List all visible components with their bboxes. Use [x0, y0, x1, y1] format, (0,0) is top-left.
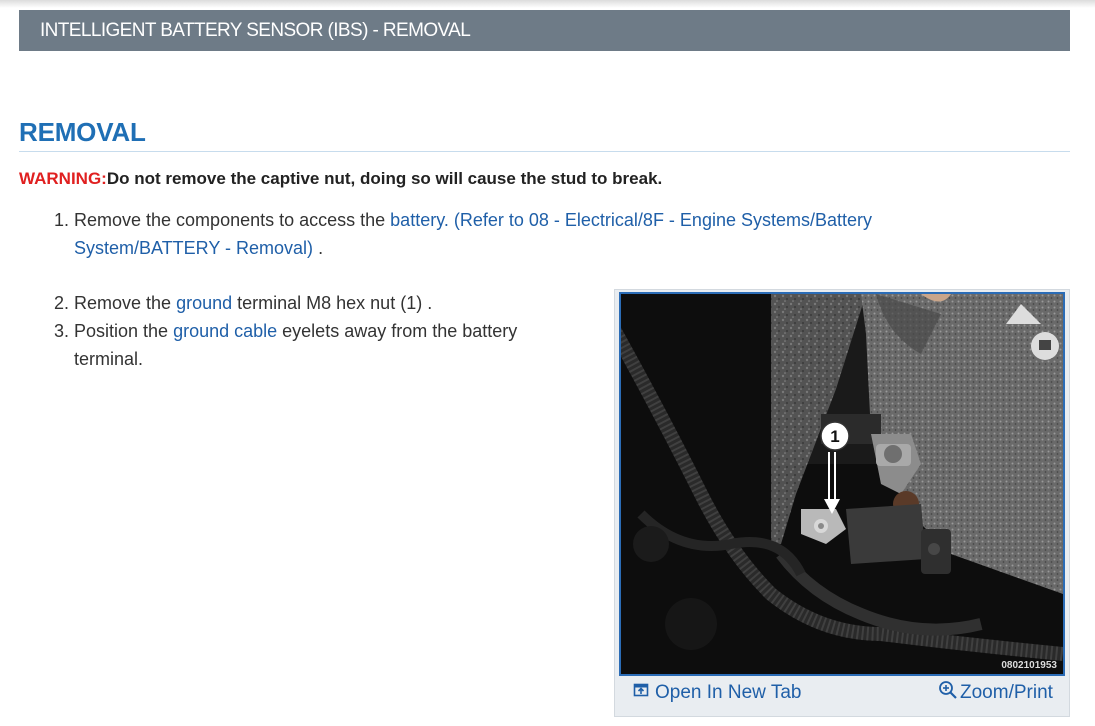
ground-cable-link[interactable]: ground cable	[173, 321, 277, 341]
open-in-new-tab-button[interactable]: Open In New Tab	[633, 682, 801, 704]
step-1: 1. Remove the components to access the b…	[54, 206, 954, 262]
zoom-print-label: Zoom/Print	[960, 682, 1053, 703]
zoom-print-button[interactable]: Zoom/Print	[938, 680, 1053, 706]
battery-removal-link[interactable]: System/BATTERY - Removal)	[74, 238, 313, 258]
open-new-tab-icon	[633, 682, 649, 704]
step-text: terminal M8 hex nut (1) .	[232, 293, 433, 313]
battery-link[interactable]: battery. (Refer to 08 - Electrical/8F - …	[390, 210, 872, 230]
zoom-in-icon	[938, 680, 958, 706]
step-text: terminal.	[74, 349, 144, 369]
step-text: .	[313, 238, 324, 258]
open-in-new-tab-label: Open In New Tab	[655, 682, 802, 704]
warning-text: Do not remove the captive nut, doing so …	[106, 169, 663, 188]
step-number: 1.	[54, 210, 70, 230]
figure-code: 0802101953	[1001, 660, 1057, 671]
page-title-bar: INTELLIGENT BATTERY SENSOR (IBS) - REMOV…	[19, 10, 1070, 51]
step-text: Remove the	[74, 293, 177, 313]
step-text: Remove the components to access the	[74, 210, 391, 230]
callout-number: 1	[830, 427, 839, 446]
step-3: 3. Position the ground cable eyelets awa…	[54, 317, 594, 373]
warning-label: WARNING:	[19, 169, 107, 188]
top-shadow	[0, 0, 1095, 8]
section-divider	[19, 151, 1070, 152]
ground-link[interactable]: ground	[176, 293, 232, 313]
page-title: INTELLIGENT BATTERY SENSOR (IBS) - REMOV…	[40, 20, 471, 41]
figure-panel: 1 0802101953 Open In New Tab Zoom/Print	[614, 289, 1070, 717]
step-number: 2.	[54, 293, 70, 313]
step-number: 3.	[54, 321, 70, 341]
step-2: 2. Remove the ground terminal M8 hex nut…	[54, 289, 594, 317]
step-text: eyelets away from the battery	[277, 321, 518, 341]
step-text: Position the	[74, 321, 174, 341]
warning-note: WARNING:Do not remove the captive nut, d…	[19, 169, 662, 189]
section-heading: REMOVAL	[19, 117, 146, 147]
photo-illustration: 1	[621, 294, 1063, 674]
battery-sensor-photo[interactable]: 1 0802101953	[619, 292, 1065, 676]
